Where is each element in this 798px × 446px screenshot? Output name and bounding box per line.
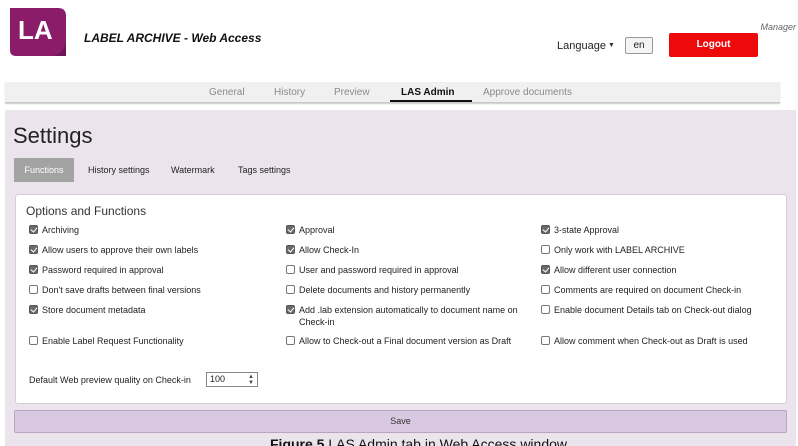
checkbox-unchecked-icon[interactable]: [541, 285, 550, 294]
tab-functions[interactable]: Functions: [14, 158, 74, 182]
option-label: Approval: [299, 225, 335, 235]
options-card-title: Options and Functions: [26, 204, 147, 218]
checkbox-unchecked-icon[interactable]: [541, 305, 550, 314]
option-checkbox-item[interactable]: Comments are required on document Check-…: [541, 284, 781, 296]
checkbox-unchecked-icon[interactable]: [29, 336, 38, 345]
option-label: User and password required in approval: [299, 265, 459, 275]
option-checkbox-item[interactable]: 3-state Approval: [541, 224, 781, 236]
option-checkbox-item[interactable]: Allow to Check-out a Final document vers…: [286, 335, 526, 347]
option-checkbox-item[interactable]: Allow different user connection: [541, 264, 781, 276]
preview-quality-stepper[interactable]: 100 ▲ ▼: [206, 372, 258, 387]
active-tab-indicator: [390, 100, 472, 102]
checkbox-checked-icon[interactable]: [286, 225, 295, 234]
preview-quality-value: 100: [210, 374, 226, 384]
checkbox-checked-icon[interactable]: [286, 305, 295, 314]
checkbox-unchecked-icon[interactable]: [286, 265, 295, 274]
option-label: Allow Check-In: [299, 245, 360, 255]
checkbox-unchecked-icon[interactable]: [29, 285, 38, 294]
option-label: Allow comment when Check-out as Draft is…: [554, 336, 748, 346]
nav-preview[interactable]: Preview: [334, 87, 370, 98]
option-label: Enable document Details tab on Check-out…: [554, 305, 752, 315]
option-checkbox-item[interactable]: Enable document Details tab on Check-out…: [541, 304, 781, 316]
checkbox-checked-icon[interactable]: [286, 245, 295, 254]
option-label: Allow to Check-out a Final document vers…: [299, 336, 512, 346]
options-card: Options and Functions Archiving Approval 3…: [15, 194, 787, 404]
nav-history[interactable]: History: [274, 87, 305, 98]
option-checkbox-item[interactable]: Allow users to approve their own labels: [29, 244, 269, 256]
checkbox-checked-icon[interactable]: [541, 265, 550, 274]
checkbox-checked-icon[interactable]: [29, 305, 38, 314]
option-checkbox-item[interactable]: Delete documents and history permanently: [286, 284, 526, 296]
nav-approve-documents[interactable]: Approve documents: [483, 87, 572, 98]
option-checkbox-item[interactable]: Only work with LABEL ARCHIVE: [541, 244, 781, 256]
option-label: Add .lab extension automatically to docu…: [299, 305, 518, 327]
spinner-arrows-icon[interactable]: ▲ ▼: [248, 374, 254, 386]
language-button[interactable]: en: [625, 37, 653, 54]
chevron-down-icon[interactable]: ▼: [608, 42, 615, 49]
checkbox-unchecked-icon[interactable]: [286, 336, 295, 345]
option-label: Enable Label Request Functionality: [42, 336, 184, 346]
settings-panel: Settings Functions History settings Wate…: [5, 110, 796, 446]
option-label: Store document metadata: [42, 305, 146, 315]
checkbox-checked-icon[interactable]: [29, 245, 38, 254]
option-checkbox-item[interactable]: Store document metadata: [29, 304, 269, 316]
save-button[interactable]: Save: [14, 410, 787, 433]
option-label: Allow users to approve their own labels: [42, 245, 199, 255]
app-title: LABEL ARCHIVE - Web Access: [84, 31, 262, 45]
option-checkbox-item[interactable]: Allow comment when Check-out as Draft is…: [541, 335, 781, 347]
option-checkbox-item[interactable]: Don't save drafts between final versions: [29, 284, 269, 296]
tab-tags-settings[interactable]: Tags settings: [238, 158, 291, 182]
option-label: Password required in approval: [42, 265, 164, 275]
checkbox-checked-icon[interactable]: [29, 225, 38, 234]
figure-number: Figure 5: [270, 436, 325, 446]
option-label: Only work with LABEL ARCHIVE: [554, 245, 685, 255]
option-label: Comments are required on document Check-…: [554, 285, 742, 295]
logout-button[interactable]: Logout: [669, 33, 758, 57]
figure-caption: Figure 5 LAS Admin tab in Web Access win…: [270, 436, 567, 446]
option-checkbox-item[interactable]: Password required in approval: [29, 264, 269, 276]
option-checkbox-item[interactable]: Approval: [286, 224, 526, 236]
user-role: Manager: [760, 22, 796, 32]
option-label: Allow different user connection: [554, 265, 677, 275]
checkbox-unchecked-icon[interactable]: [541, 245, 550, 254]
checkbox-checked-icon[interactable]: [29, 265, 38, 274]
preview-quality-label: Default Web preview quality on Check-in: [29, 375, 191, 385]
page-title: Settings: [13, 123, 93, 148]
nav-general[interactable]: General: [209, 87, 245, 98]
tab-watermark[interactable]: Watermark: [171, 158, 215, 182]
option-label: Don't save drafts between final versions: [42, 285, 201, 295]
option-label: 3-state Approval: [554, 225, 620, 235]
checkbox-unchecked-icon[interactable]: [541, 336, 550, 345]
option-checkbox-item[interactable]: Allow Check-In: [286, 244, 526, 256]
nav-las-admin[interactable]: LAS Admin: [401, 87, 455, 98]
figure-caption-text: LAS Admin tab in Web Access window: [328, 436, 568, 446]
svg-text:LA: LA: [18, 15, 53, 45]
language-label[interactable]: Language: [557, 40, 606, 52]
checkbox-unchecked-icon[interactable]: [286, 285, 295, 294]
option-checkbox-item[interactable]: Enable Label Request Functionality: [29, 335, 269, 347]
checkbox-checked-icon[interactable]: [541, 225, 550, 234]
tab-history-settings[interactable]: History settings: [88, 158, 150, 182]
option-checkbox-item[interactable]: Add .lab extension automatically to docu…: [286, 304, 526, 328]
option-checkbox-item[interactable]: User and password required in approval: [286, 264, 526, 276]
main-nav: General History Preview LAS Admin Approv…: [5, 82, 780, 103]
label-archive-logo: LA: [6, 4, 68, 60]
option-checkbox-item[interactable]: Archiving: [29, 224, 269, 236]
option-label: Delete documents and history permanently: [299, 285, 471, 295]
option-label: Archiving: [42, 225, 80, 235]
